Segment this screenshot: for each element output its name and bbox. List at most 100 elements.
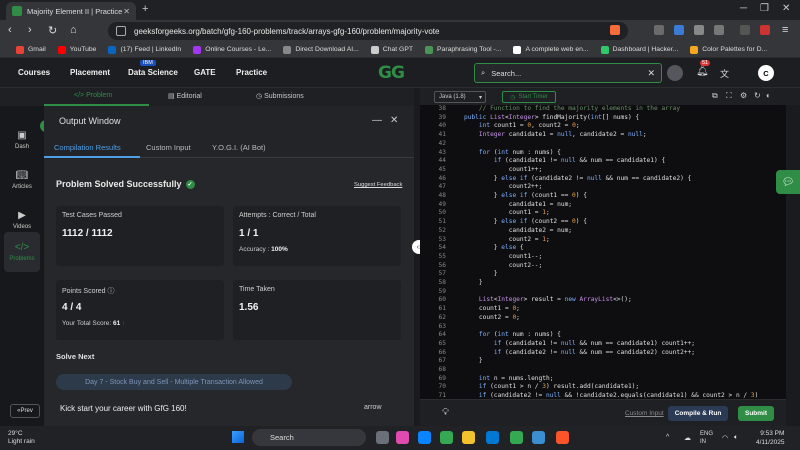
- reset-icon[interactable]: ↻: [754, 91, 761, 100]
- bookmark-item[interactable]: YouTube: [57, 45, 96, 54]
- minimize-panel-icon[interactable]: —: [372, 115, 382, 126]
- file-explorer-icon[interactable]: [462, 431, 475, 444]
- site-search[interactable]: ⌕ Search... ✕: [474, 63, 662, 83]
- language-indicator[interactable]: ENG IN: [700, 430, 713, 446]
- tab-custom-input[interactable]: Custom Input: [146, 143, 191, 152]
- new-tab-icon[interactable]: +: [142, 3, 148, 15]
- url-bar[interactable]: geeksforgeeks.org/batch/gfg-160-problems…: [108, 22, 628, 40]
- notification-count: 51: [700, 60, 711, 66]
- fullscreen-icon[interactable]: ⛶: [726, 91, 732, 101]
- suggest-feedback-link[interactable]: Suggest Feedback: [354, 182, 402, 188]
- bell-icon[interactable]: 🔔︎: [696, 66, 709, 77]
- lightbulb-icon[interactable]: 💡︎: [442, 407, 449, 418]
- close-panel-icon[interactable]: ✕: [390, 115, 398, 126]
- clock[interactable]: 9:53 PM 4/11/2025: [756, 429, 784, 447]
- chat-icon[interactable]: 💬︎: [776, 170, 800, 194]
- copy-icon[interactable]: ⧉: [712, 91, 718, 101]
- language-select[interactable]: Java (1.8) ▾: [434, 91, 486, 103]
- close-tab-icon[interactable]: ✕: [123, 7, 130, 16]
- wallet-icon[interactable]: [760, 25, 770, 35]
- extension-icon[interactable]: [674, 25, 684, 35]
- line-number: 55: [438, 252, 446, 260]
- bookmark-item[interactable]: Dashboard | Hacker...: [600, 45, 679, 54]
- bookmark-item[interactable]: A complete web en...: [513, 45, 589, 54]
- gfg-logo[interactable]: GG: [378, 63, 405, 83]
- chevron-up-icon[interactable]: ^: [666, 434, 669, 441]
- theme-icon[interactable]: ◐: [766, 91, 771, 100]
- clear-search-icon[interactable]: ✕: [647, 68, 655, 79]
- menu-data-science[interactable]: Data Science: [128, 68, 178, 77]
- site-info-icon[interactable]: [116, 26, 126, 36]
- copilot-icon[interactable]: [396, 431, 409, 444]
- submit-button[interactable]: Submit: [738, 406, 774, 421]
- points-value: 4 / 4: [62, 302, 82, 313]
- app-icon[interactable]: [440, 431, 453, 444]
- code-editor[interactable]: 38 39 40 41 42 43 44 45 46 47 48 49 50 51 52 53 54 55 56 57…: [420, 105, 786, 399]
- compile-run-button[interactable]: Compile & Run: [668, 406, 728, 421]
- windows-start-icon[interactable]: [232, 431, 244, 443]
- bookmark-item[interactable]: Chat GPT: [370, 45, 413, 54]
- task-view-icon[interactable]: [376, 431, 389, 444]
- volume-icon[interactable]: 🔈︎: [734, 434, 738, 442]
- bookmark-item[interactable]: (17) Feed | LinkedIn: [108, 45, 181, 54]
- custom-input-link[interactable]: Custom Input: [625, 410, 664, 417]
- extension-icon[interactable]: [654, 25, 664, 35]
- extensions-puzzle-icon[interactable]: [714, 25, 724, 35]
- rail-dash[interactable]: ▣ Dash: [4, 120, 40, 160]
- forward-icon[interactable]: ›: [28, 24, 32, 36]
- browser-tab[interactable]: Majority Element II | Practice | G ✕: [6, 2, 136, 20]
- maximize-icon[interactable]: ❐: [760, 3, 769, 14]
- code-line: // Function to find the majority element…: [478, 105, 681, 112]
- tab-submissions[interactable]: ◷ Submissions: [256, 92, 304, 100]
- bookmark-favicon-icon: [16, 45, 24, 54]
- bookmark-label: Dashboard | Hacker...: [612, 46, 679, 53]
- bookmark-item[interactable]: Color Palettes for D...: [690, 45, 767, 54]
- menu-gate[interactable]: GATE: [194, 68, 216, 77]
- wifi-icon[interactable]: ◠: [722, 434, 728, 442]
- sidebar-icon[interactable]: [740, 25, 750, 35]
- whatsapp-icon[interactable]: [418, 431, 431, 444]
- info-icon[interactable]: ⓘ: [108, 288, 115, 295]
- chrome-icon[interactable]: [510, 431, 523, 444]
- brave-icon[interactable]: [556, 431, 569, 444]
- next-problem-link[interactable]: Day 7 - Stock Buy and Sell - Multiple Tr…: [56, 374, 292, 390]
- address-toolbar: ‹ › ↻ ⌂ geeksforgeeks.org/batch/gfg-160-…: [0, 20, 800, 42]
- minimize-icon[interactable]: ─: [740, 3, 747, 14]
- reload-icon[interactable]: ↻: [48, 24, 57, 37]
- app-icon[interactable]: [532, 431, 545, 444]
- code-line: if (candidate1 != null && num == candida…: [493, 157, 666, 165]
- rail-articles-label: Articles: [12, 184, 32, 190]
- bookmark-item[interactable]: Online Courses - Le...: [193, 45, 271, 54]
- translate-icon[interactable]: 文: [720, 67, 729, 80]
- home-icon[interactable]: ⌂: [70, 24, 77, 36]
- bookmark-item[interactable]: Paraphrasing Tool -...: [425, 45, 501, 54]
- bookmark-label: Chat GPT: [382, 46, 413, 53]
- weather-widget[interactable]: 29°C Light rain: [8, 430, 35, 446]
- rail-articles[interactable]: 📖︎ Articles: [4, 160, 40, 200]
- tab-yogi-ai-bot[interactable]: Y.O.G.I. (AI Bot): [212, 143, 266, 152]
- tab-problem[interactable]: </> Problem: [74, 92, 112, 99]
- close-window-icon[interactable]: ✕: [782, 3, 790, 14]
- start-timer-button[interactable]: ◷ Start Timer: [502, 91, 556, 103]
- onedrive-icon[interactable]: ☁: [684, 434, 691, 442]
- prev-button[interactable]: « Prev: [10, 404, 40, 418]
- extension-icon[interactable]: [694, 25, 704, 35]
- browser-menu-icon[interactable]: ≡: [782, 24, 788, 36]
- back-icon[interactable]: ‹: [8, 24, 12, 36]
- arrow-link[interactable]: arrow: [364, 404, 382, 411]
- bookmark-item[interactable]: Gmail: [16, 45, 46, 54]
- tab-editorial[interactable]: ▤ Editorial: [168, 92, 202, 100]
- theme-toggle-icon[interactable]: [667, 65, 683, 81]
- menu-placement[interactable]: Placement: [70, 68, 110, 77]
- tab-compilation-results[interactable]: Compilation Results: [54, 143, 121, 152]
- menu-courses[interactable]: Courses: [18, 68, 50, 77]
- code-line: candidate2 = num;: [464, 226, 573, 234]
- settings-icon[interactable]: ⚙: [740, 91, 747, 100]
- menu-practice[interactable]: Practice: [236, 68, 267, 77]
- avatar[interactable]: C: [758, 65, 774, 81]
- taskbar-search[interactable]: Search: [252, 429, 366, 446]
- bookmark-item[interactable]: Direct Download AI...: [283, 45, 359, 54]
- brave-shield-icon[interactable]: [610, 25, 620, 35]
- edge-icon[interactable]: [486, 431, 499, 444]
- rail-problems[interactable]: </> Problems: [4, 232, 40, 272]
